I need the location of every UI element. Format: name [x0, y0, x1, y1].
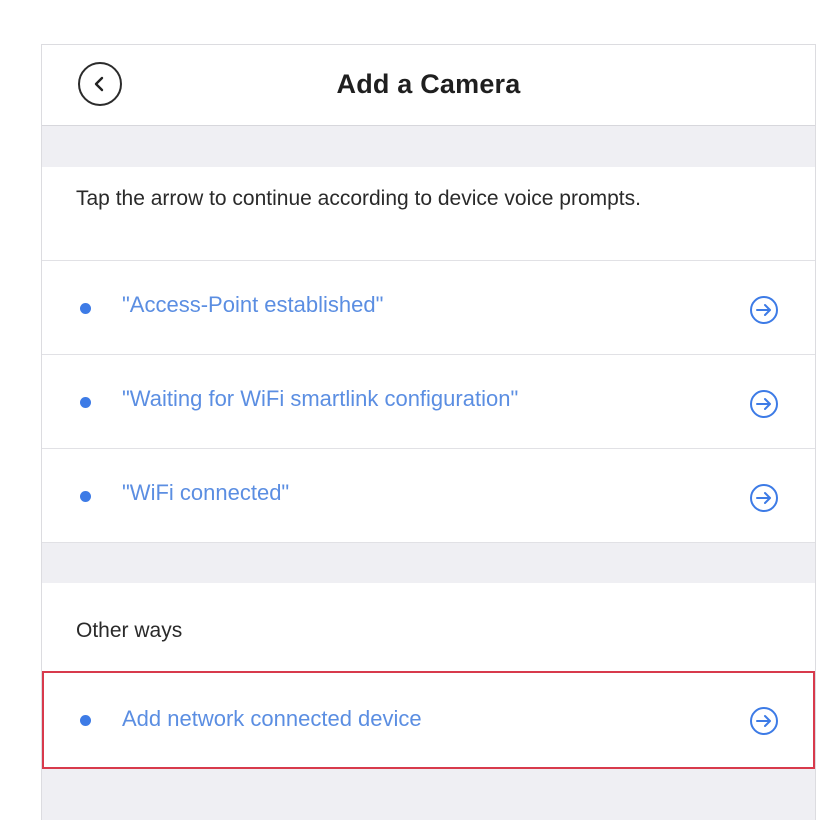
arrow-right-circle-icon[interactable] — [749, 389, 779, 419]
instructions-card: Tap the arrow to continue according to d… — [42, 167, 815, 542]
add-network-device-row[interactable]: Add network connected device — [42, 671, 815, 769]
arrow-right-circle-icon[interactable] — [749, 483, 779, 513]
add-network-device-label: Add network connected device — [122, 706, 422, 731]
screen: Add a Camera Tap the arrow to continue a… — [41, 44, 816, 820]
instructions-text: Tap the arrow to continue according to d… — [76, 187, 641, 210]
arrow-right-circle-icon[interactable] — [749, 295, 779, 325]
bullet-dot — [80, 397, 91, 408]
prompt-label: "Waiting for WiFi smartlink configuratio… — [122, 386, 519, 411]
page-title: Add a Camera — [336, 69, 521, 99]
section-spacer — [42, 542, 815, 583]
prompt-row-smartlink[interactable]: "Waiting for WiFi smartlink configuratio… — [42, 354, 815, 448]
other-ways-header: Other ways — [42, 583, 815, 671]
other-ways-heading: Other ways — [76, 619, 183, 642]
bullet-dot — [80, 715, 91, 726]
prompt-row-wifi-connected[interactable]: "WiFi connected" — [42, 448, 815, 542]
prompt-label: "Access-Point established" — [122, 292, 384, 317]
arrow-right-circle-icon[interactable] — [749, 706, 779, 736]
nav-bar: Add a Camera — [42, 45, 815, 126]
prompt-label: "WiFi connected" — [122, 480, 290, 505]
bullet-dot — [80, 303, 91, 314]
bullet-dot — [80, 491, 91, 502]
prompt-row-access-point[interactable]: "Access-Point established" — [42, 260, 815, 354]
